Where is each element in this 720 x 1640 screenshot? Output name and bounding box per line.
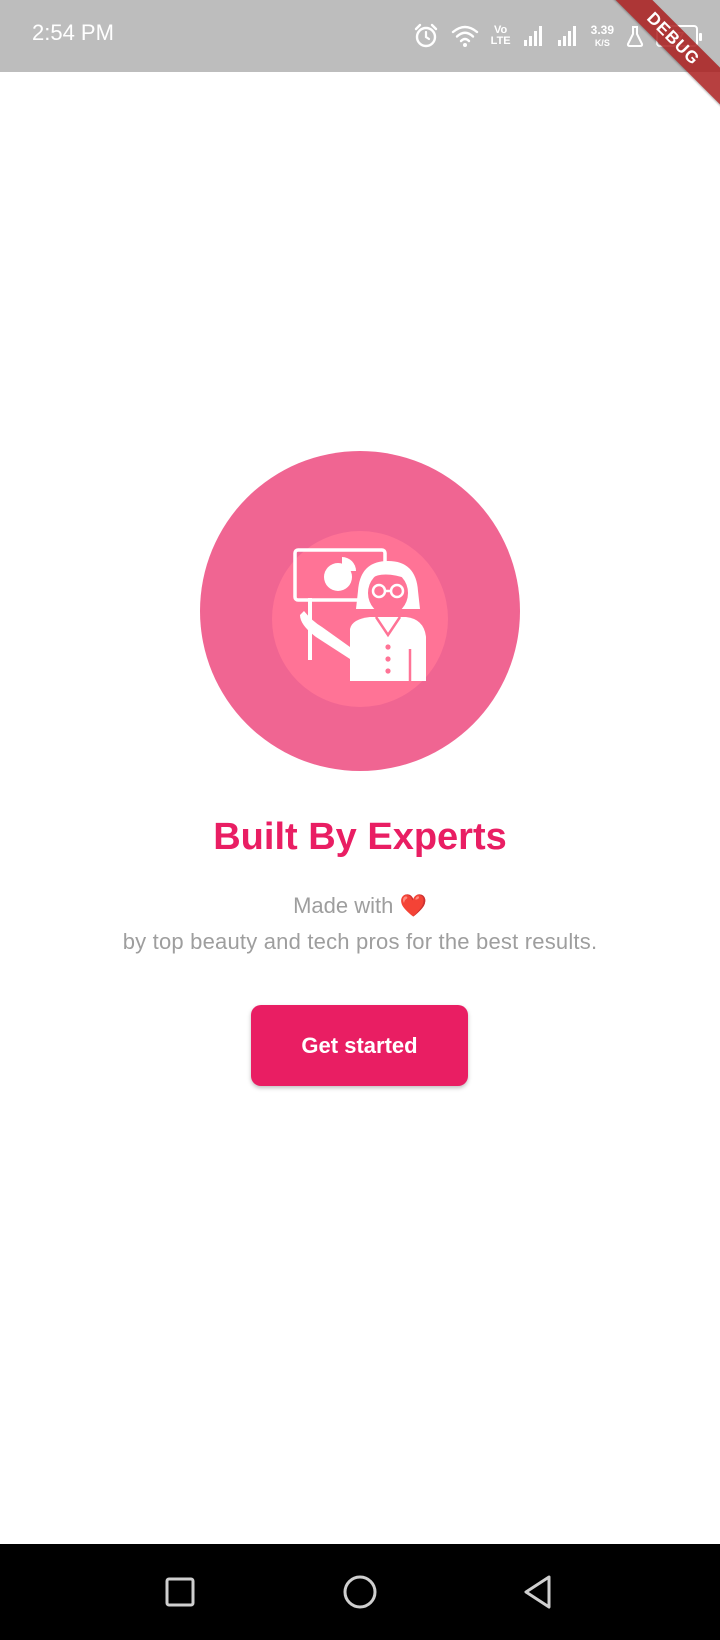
status-bar: 2:54 PM Vo LTE 3.39 K/S bbox=[0, 0, 720, 72]
speed-unit: K/S bbox=[594, 37, 610, 48]
onboarding-title: Built By Experts bbox=[213, 816, 507, 858]
teacher-presentation-icon bbox=[293, 548, 426, 681]
network-speed: 3.39 K/S bbox=[591, 24, 614, 49]
onboarding-subtitle-line2: by top beauty and tech pros for the best… bbox=[122, 929, 598, 954]
home-icon[interactable] bbox=[340, 1572, 380, 1612]
alarm-icon bbox=[413, 23, 439, 49]
status-time: 2:54 PM bbox=[32, 20, 114, 45]
recent-apps-icon[interactable] bbox=[160, 1572, 200, 1612]
volte-indicator: Vo LTE bbox=[491, 25, 511, 47]
speed-value: 3.39 bbox=[590, 22, 614, 37]
onboarding-screen: 2:54 PM Vo LTE 3.39 K/S DEBUG Built By E… bbox=[0, 0, 720, 1640]
flask-icon bbox=[626, 25, 644, 47]
back-icon[interactable] bbox=[518, 1572, 558, 1612]
heart-icon: ❤️ bbox=[399, 893, 427, 918]
signal-icon-sim1 bbox=[523, 25, 545, 47]
hero-illustration-circle bbox=[200, 451, 520, 771]
onboarding-subtitle-line1: Made with ❤️ bbox=[0, 893, 720, 919]
made-with-text: Made with bbox=[293, 893, 394, 918]
system-navigation-bar bbox=[0, 1544, 720, 1640]
signal-icon-sim2 bbox=[557, 25, 579, 47]
volte-bottom-label: LTE bbox=[490, 35, 511, 47]
wifi-icon bbox=[451, 24, 479, 48]
get-started-button[interactable]: Get started bbox=[251, 1005, 468, 1086]
